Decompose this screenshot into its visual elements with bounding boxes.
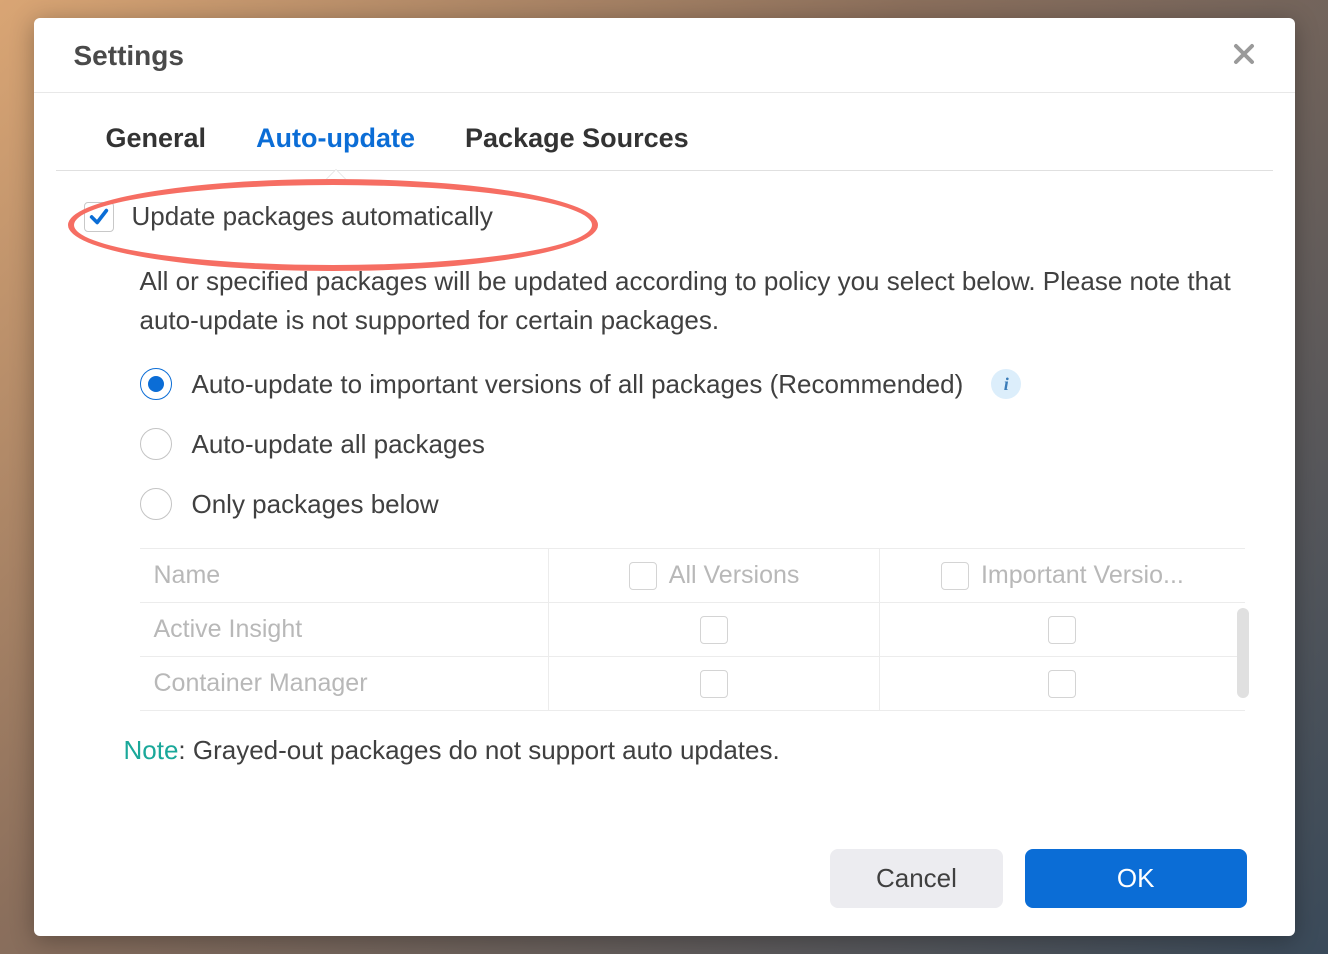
package-name-cell: Container Manager (140, 657, 549, 711)
table-row: Container Manager (140, 657, 1245, 711)
dialog-header: Settings (34, 18, 1295, 93)
table-row: Active Insight (140, 603, 1245, 657)
radio-row-below: Only packages below (140, 488, 1245, 520)
close-icon[interactable] (1227, 40, 1261, 72)
tab-package-sources[interactable]: Package Sources (465, 123, 689, 170)
col-header-important-text: Important Versio... (981, 561, 1184, 590)
important-versions-header-checkbox[interactable] (941, 562, 969, 590)
scrollbar-thumb[interactable] (1237, 608, 1249, 698)
settings-dialog: Settings General Auto-update Package Sou… (34, 18, 1295, 936)
policy-radio-group: Auto-update to important versions of all… (140, 368, 1245, 520)
radio-important-label: Auto-update to important versions of all… (192, 369, 964, 400)
tab-auto-update[interactable]: Auto-update (256, 123, 415, 170)
tab-content: Update packages automatically All or spe… (34, 171, 1295, 831)
radio-important[interactable] (140, 368, 172, 400)
all-versions-header-checkbox[interactable] (629, 562, 657, 590)
col-header-name: Name (140, 549, 549, 603)
col-header-all-text: All Versions (669, 561, 800, 590)
radio-below-label: Only packages below (192, 489, 439, 520)
cancel-button[interactable]: Cancel (830, 849, 1003, 908)
update-auto-row: Update packages automatically (84, 201, 1245, 232)
row-all-versions-checkbox[interactable] (700, 670, 728, 698)
radio-below[interactable] (140, 488, 172, 520)
update-auto-label: Update packages automatically (132, 201, 493, 232)
note-label: Note (124, 735, 179, 765)
package-name-cell: Active Insight (140, 603, 549, 657)
note-body: : Grayed-out packages do not support aut… (178, 735, 779, 765)
dialog-title: Settings (74, 40, 184, 72)
update-auto-checkbox[interactable] (84, 202, 114, 232)
col-header-name-text: Name (154, 561, 221, 589)
tab-general[interactable]: General (106, 123, 207, 170)
info-icon[interactable]: i (991, 369, 1021, 399)
radio-row-all: Auto-update all packages (140, 428, 1245, 460)
packages-table: Name All Versions Important Versio... (140, 548, 1245, 711)
col-header-all-versions: All Versions (548, 549, 880, 603)
auto-update-description: All or specified packages will be update… (140, 262, 1245, 340)
col-header-important-versions: Important Versio... (880, 549, 1245, 603)
tabs: General Auto-update Package Sources (56, 93, 1273, 171)
packages-table-wrapper: Name All Versions Important Versio... (140, 548, 1245, 711)
radio-all[interactable] (140, 428, 172, 460)
dialog-footer: Cancel OK (34, 831, 1295, 936)
radio-row-important: Auto-update to important versions of all… (140, 368, 1245, 400)
row-important-versions-checkbox[interactable] (1048, 616, 1076, 644)
radio-all-label: Auto-update all packages (192, 429, 485, 460)
row-important-versions-checkbox[interactable] (1048, 670, 1076, 698)
note-text: Note: Grayed-out packages do not support… (124, 735, 1245, 766)
row-all-versions-checkbox[interactable] (700, 616, 728, 644)
ok-button[interactable]: OK (1025, 849, 1247, 908)
